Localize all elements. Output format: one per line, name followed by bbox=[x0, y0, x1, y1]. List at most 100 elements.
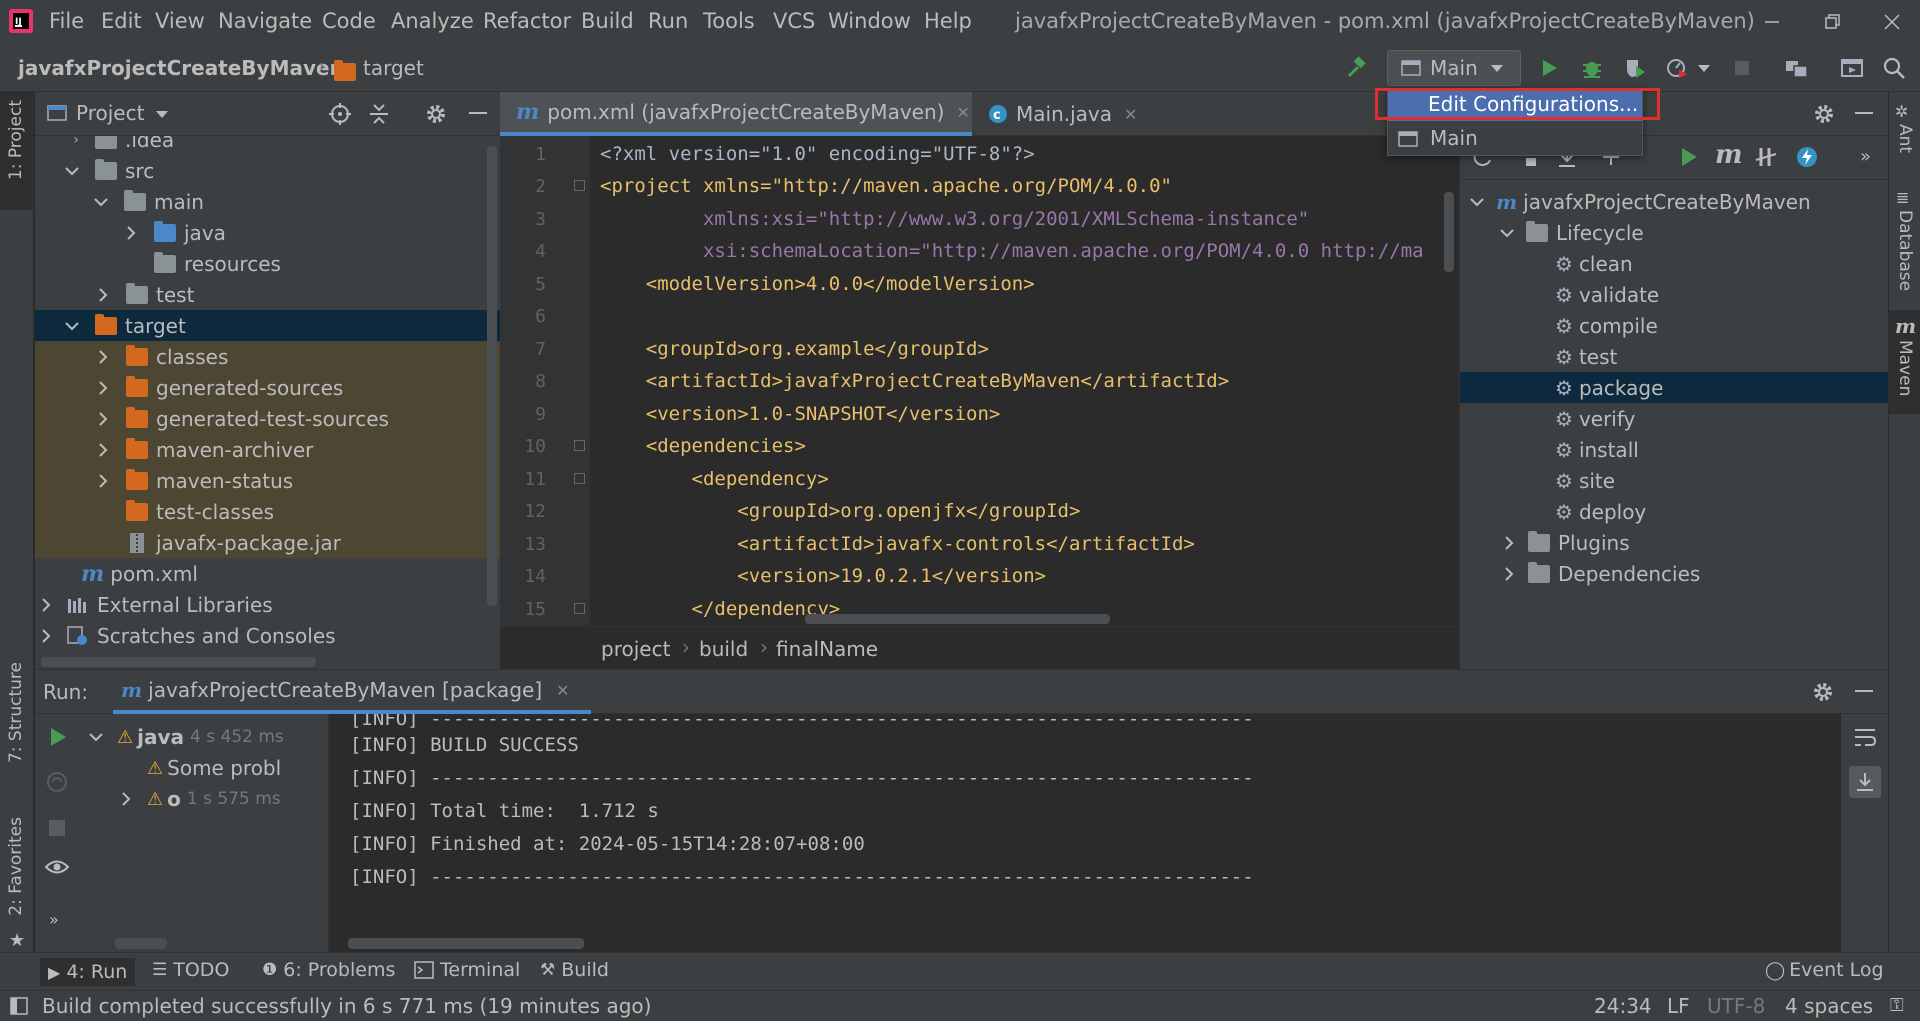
fold-marker-icon[interactable] bbox=[574, 603, 585, 614]
maven-goal-package[interactable]: ⚙ package bbox=[1460, 372, 1889, 403]
toggle-offline-icon[interactable] bbox=[1754, 146, 1778, 168]
console-output[interactable]: [INFO] ---------------------------------… bbox=[330, 714, 1875, 953]
close-tab-icon[interactable]: ✕ bbox=[956, 103, 969, 122]
menu-view[interactable]: View bbox=[155, 9, 205, 33]
run-tab-package[interactable]: m javafxProjectCreateByMaven [package] ✕ bbox=[113, 670, 591, 714]
tree-item-idea[interactable]: › .idea bbox=[35, 136, 500, 155]
tree-item-pom[interactable]: m pom.xml bbox=[35, 558, 500, 589]
project-structure-icon[interactable] bbox=[1783, 54, 1811, 82]
run-tool-tab[interactable]: ▶ 4: Run bbox=[40, 958, 136, 986]
fold-marker-icon[interactable] bbox=[574, 180, 585, 191]
vertical-scrollbar[interactable] bbox=[487, 146, 497, 606]
menu-edit[interactable]: Edit bbox=[101, 9, 142, 33]
run-tree-o[interactable]: ⚠ o 1 s 575 ms bbox=[81, 784, 328, 814]
gear-icon[interactable] bbox=[424, 102, 448, 126]
gear-icon[interactable] bbox=[1811, 680, 1835, 704]
line-separator[interactable]: LF bbox=[1667, 994, 1690, 1018]
horizontal-scrollbar[interactable] bbox=[115, 938, 167, 949]
maven-project-root[interactable]: m javafxProjectCreateByMaven bbox=[1460, 186, 1889, 217]
horizontal-scrollbar[interactable] bbox=[805, 614, 1110, 624]
tree-item-java[interactable]: java bbox=[35, 217, 500, 248]
menu-build[interactable]: Build bbox=[581, 9, 634, 33]
tree-item-jar[interactable]: javafx-package.jar bbox=[35, 527, 500, 558]
breadcrumb-item[interactable]: project bbox=[601, 637, 670, 661]
lock-icon[interactable]: ⚿ bbox=[1890, 995, 1904, 1016]
breadcrumb-item[interactable]: build bbox=[699, 637, 748, 661]
ant-tool-tab[interactable]: Ant bbox=[1895, 124, 1915, 153]
menu-refactor[interactable]: Refactor bbox=[483, 9, 571, 33]
chevron-down-icon[interactable] bbox=[155, 109, 169, 119]
soft-wrap-icon[interactable] bbox=[1853, 726, 1877, 748]
run-icon[interactable] bbox=[1535, 54, 1563, 82]
menu-navigate[interactable]: Navigate bbox=[218, 9, 312, 33]
collapse-all-icon[interactable] bbox=[368, 102, 390, 126]
tab-main-java[interactable]: c Main.java ✕ bbox=[972, 92, 1137, 136]
tree-item-src[interactable]: src bbox=[35, 155, 500, 186]
menu-vcs[interactable]: VCS bbox=[773, 9, 815, 33]
project-panel-title[interactable]: Project bbox=[76, 101, 144, 125]
toggle-tool-windows-icon[interactable] bbox=[10, 997, 28, 1015]
rerun-icon[interactable] bbox=[47, 726, 69, 748]
close-tab-icon[interactable]: ✕ bbox=[556, 681, 569, 700]
todo-tool-tab[interactable]: ☰ TODO bbox=[152, 959, 229, 981]
tree-item-maven-status[interactable]: maven-status bbox=[35, 465, 500, 496]
profiler-icon[interactable] bbox=[1663, 54, 1691, 82]
menu-run[interactable]: Run bbox=[648, 9, 688, 33]
tree-item-resources[interactable]: resources bbox=[35, 248, 500, 279]
menu-help[interactable]: Help bbox=[924, 9, 972, 33]
maven-tool-tab[interactable]: m Maven bbox=[1889, 310, 1920, 414]
hide-panel-icon[interactable] bbox=[1853, 102, 1875, 124]
more-icon[interactable]: » bbox=[49, 910, 59, 929]
code-area[interactable]: <?xml version="1.0" encoding="UTF-8"?> <… bbox=[590, 136, 1445, 626]
maven-goal-clean[interactable]: ⚙ clean bbox=[1460, 248, 1889, 279]
maven-lifecycle[interactable]: Lifecycle bbox=[1460, 217, 1889, 248]
structure-tool-tab[interactable]: 7: Structure bbox=[6, 662, 26, 763]
close-window-icon[interactable] bbox=[1880, 10, 1904, 34]
build-tool-tab[interactable]: ⚒ Build bbox=[540, 959, 609, 981]
tree-item-main[interactable]: main bbox=[35, 186, 500, 217]
maven-goal-test[interactable]: ⚙ test bbox=[1460, 341, 1889, 372]
tree-item-generated-sources[interactable]: generated-sources bbox=[35, 372, 500, 403]
maven-plugins[interactable]: Plugins bbox=[1460, 527, 1889, 558]
run-tree-java[interactable]: ⚠ java 4 s 452 ms bbox=[81, 722, 328, 752]
hide-panel-icon[interactable] bbox=[1853, 680, 1875, 702]
presentation-mode-icon[interactable] bbox=[1838, 54, 1866, 82]
tree-item-maven-archiver[interactable]: maven-archiver bbox=[35, 434, 500, 465]
menu-window[interactable]: Window bbox=[828, 9, 911, 33]
vertical-scrollbar[interactable] bbox=[1444, 192, 1454, 272]
stop-icon[interactable] bbox=[47, 818, 67, 838]
maven-goal-install[interactable]: ⚙ install bbox=[1460, 434, 1889, 465]
file-encoding[interactable]: UTF-8 bbox=[1707, 994, 1765, 1018]
favorites-tool-tab[interactable]: 2: Favorites bbox=[6, 817, 26, 916]
menu-code[interactable]: Code bbox=[322, 9, 376, 33]
execute-maven-goal-icon[interactable]: m bbox=[1715, 140, 1743, 170]
main-config-item[interactable]: Main bbox=[1388, 122, 1642, 155]
locate-file-icon[interactable] bbox=[328, 102, 352, 126]
run-config-selector[interactable]: Main bbox=[1387, 50, 1521, 86]
run-with-coverage-icon[interactable] bbox=[1621, 54, 1649, 82]
maven-dependencies[interactable]: Dependencies bbox=[1460, 558, 1889, 589]
tree-item-scratches[interactable]: Scratches and Consoles bbox=[35, 620, 500, 651]
menu-file[interactable]: File bbox=[49, 9, 84, 33]
tree-item-generated-test-sources[interactable]: generated-test-sources bbox=[35, 403, 500, 434]
maven-goal-compile[interactable]: ⚙ compile bbox=[1460, 310, 1889, 341]
status-message[interactable]: Build completed successfully in 6 s 771 … bbox=[42, 994, 651, 1018]
scroll-to-end-icon[interactable] bbox=[1849, 766, 1881, 798]
nav-project-name[interactable]: javafxProjectCreateByMaven bbox=[18, 56, 344, 80]
maven-goal-deploy[interactable]: ⚙ deploy bbox=[1460, 496, 1889, 527]
database-tool-tab[interactable]: Database bbox=[1895, 210, 1915, 291]
menu-tools[interactable]: Tools bbox=[703, 9, 755, 33]
caret-position[interactable]: 24:34 bbox=[1594, 994, 1652, 1018]
search-icon[interactable] bbox=[1880, 54, 1908, 82]
close-tab-icon[interactable]: ✕ bbox=[1124, 105, 1137, 124]
run-tree-problems[interactable]: ⚠ Some probl bbox=[81, 753, 328, 783]
build-hammer-icon[interactable] bbox=[1342, 54, 1370, 82]
eye-icon[interactable] bbox=[45, 858, 69, 876]
hide-panel-icon[interactable] bbox=[467, 102, 489, 124]
debug-icon[interactable] bbox=[1578, 54, 1606, 82]
fold-marker-icon[interactable] bbox=[574, 473, 585, 484]
gear-icon[interactable] bbox=[1812, 102, 1836, 126]
breadcrumb-item[interactable]: finalName bbox=[776, 637, 878, 661]
more-icon[interactable]: » bbox=[1860, 146, 1871, 167]
maven-goal-verify[interactable]: ⚙ verify bbox=[1460, 403, 1889, 434]
